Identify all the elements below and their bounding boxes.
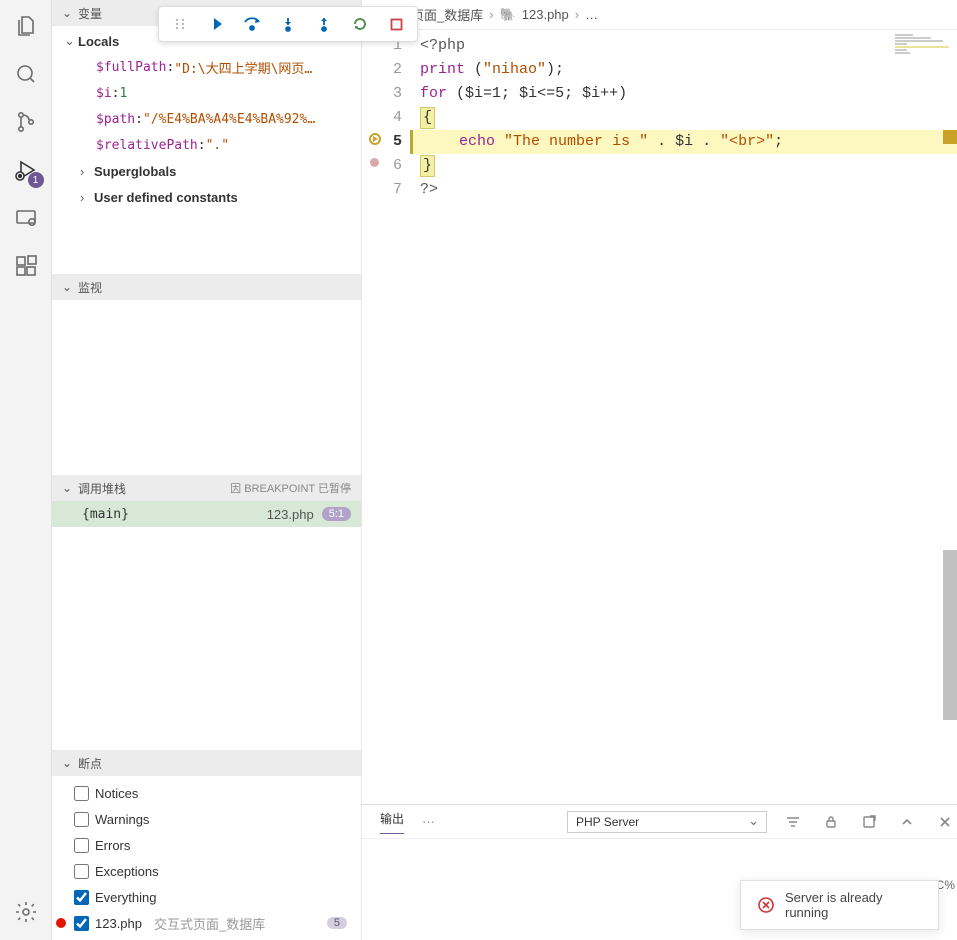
overview-ruler-marker[interactable] — [943, 130, 957, 144]
variable-row[interactable]: $i: 1 — [58, 80, 361, 106]
chevron-right-icon: › — [575, 7, 579, 22]
bp-checkbox[interactable] — [74, 812, 89, 827]
step-over-button[interactable] — [237, 9, 267, 39]
bp-checkbox[interactable] — [74, 864, 89, 879]
remote-icon[interactable] — [12, 204, 40, 232]
restart-button[interactable] — [345, 9, 375, 39]
run-debug-icon[interactable]: 1 — [12, 156, 40, 184]
locals-label: Locals — [78, 34, 119, 49]
chevron-down-icon: ⌄ — [62, 481, 74, 495]
constants-label: User defined constants — [94, 190, 238, 205]
step-into-button[interactable] — [273, 9, 303, 39]
debug-toolbar[interactable] — [158, 6, 418, 42]
bp-category[interactable]: Warnings — [52, 806, 361, 832]
chevron-down-icon: ⌄ — [62, 756, 74, 770]
bp-category[interactable]: Errors — [52, 832, 361, 858]
watch-header[interactable]: ⌄ 监视 — [52, 274, 361, 300]
breakpoints-header[interactable]: ⌄ 断点 — [52, 750, 361, 776]
step-out-button[interactable] — [309, 9, 339, 39]
search-icon[interactable] — [12, 60, 40, 88]
bp-file[interactable]: 123.php 交互式页面_数据库 5 — [52, 910, 361, 936]
filter-icon[interactable] — [785, 814, 805, 830]
bp-category[interactable]: Exceptions — [52, 858, 361, 884]
source-control-icon[interactable] — [12, 108, 40, 136]
chevron-right-icon: › — [489, 7, 493, 22]
bp-category[interactable]: Everything — [52, 884, 361, 910]
lock-icon[interactable] — [823, 814, 843, 830]
close-icon[interactable] — [937, 814, 957, 830]
extensions-icon[interactable] — [12, 252, 40, 280]
variable-row[interactable]: $fullPath: "D:\大四上学期\网页… — [58, 54, 361, 80]
breakpoints-body: Notices Warnings Errors Exceptions Every… — [52, 776, 361, 940]
watch-title: 监视 — [78, 279, 351, 296]
error-icon — [757, 896, 775, 914]
minimap[interactable] — [895, 34, 955, 64]
callstack-body: {main} 123.php 5:1 — [52, 501, 361, 527]
chevron-down-icon: ⌄ — [62, 280, 74, 294]
superglobals-group[interactable]: › Superglobals — [58, 158, 361, 184]
chevron-down-icon: ⌄ — [62, 6, 74, 20]
callstack-header[interactable]: ⌄ 调用堆栈 因 BREAKPOINT 已暂停 — [52, 475, 361, 501]
bp-checkbox[interactable] — [74, 838, 89, 853]
notification-toast[interactable]: Server is already running — [740, 880, 939, 930]
clear-icon[interactable] — [861, 814, 881, 830]
debug-badge: 1 — [28, 172, 44, 188]
continue-button[interactable] — [201, 9, 231, 39]
variable-row[interactable]: $relativePath: "." — [58, 132, 361, 158]
bp-checkbox[interactable] — [74, 890, 89, 905]
drag-handle-icon[interactable] — [165, 9, 195, 39]
constants-group[interactable]: › User defined constants — [58, 184, 361, 210]
bp-line-badge: 5 — [327, 917, 347, 929]
chevron-up-icon[interactable] — [899, 814, 919, 830]
output-channel-select[interactable]: PHP Server — [567, 811, 767, 833]
bp-checkbox[interactable] — [74, 916, 89, 931]
variable-row[interactable]: $path: "/%E4%BA%A4%E4%BA%92%… — [58, 106, 361, 132]
superglobals-label: Superglobals — [94, 164, 176, 179]
settings-gear-icon[interactable] — [12, 898, 40, 926]
vertical-scrollbar[interactable] — [943, 550, 957, 720]
bp-checkbox[interactable] — [74, 786, 89, 801]
panel-tabs: 输出 ··· PHP Server — [362, 805, 957, 839]
toast-message: Server is already running — [785, 890, 922, 920]
stop-button[interactable] — [381, 9, 411, 39]
frame-name: {main} — [82, 507, 267, 522]
breakpoint-dot-icon — [56, 918, 66, 928]
frame-pos: 5:1 — [322, 507, 351, 521]
current-breakpoint-icon[interactable] — [368, 132, 380, 144]
chevron-right-icon: › — [80, 164, 94, 179]
callstack-title: 调用堆栈 — [78, 480, 226, 497]
files-icon[interactable] — [12, 12, 40, 40]
watch-body[interactable] — [52, 300, 361, 475]
frame-file: 123.php — [267, 507, 314, 522]
stack-frame[interactable]: {main} 123.php 5:1 — [52, 501, 361, 527]
editor-area: 式页面_数据库 › 🐘 123.php › … 1 2 3 4 5 6 7 — [362, 0, 957, 940]
activity-bar: 1 — [0, 0, 52, 940]
breadcrumb-file[interactable]: 123.php — [522, 7, 569, 22]
chevron-right-icon: › — [80, 190, 94, 205]
variables-body: ⌄ Locals $fullPath: "D:\大四上学期\网页… $i: 1 … — [52, 26, 361, 212]
chevron-down-icon: ⌄ — [64, 33, 78, 49]
breadcrumb-more[interactable]: … — [585, 7, 598, 22]
breadcrumb[interactable]: 式页面_数据库 › 🐘 123.php › … — [362, 0, 957, 30]
more-tabs-icon[interactable]: ··· — [422, 814, 435, 829]
tab-output[interactable]: 输出 — [380, 810, 404, 834]
breakpoints-title: 断点 — [78, 755, 351, 772]
php-file-icon: 🐘 — [500, 7, 516, 23]
bp-category[interactable]: Notices — [52, 780, 361, 806]
debug-sidebar: ⌄ 变量 ⌄ Locals $fullPath: "D:\大四上学期\网页… $… — [52, 0, 362, 940]
callstack-meta: 因 BREAKPOINT 已暂停 — [230, 480, 351, 496]
breakpoint-disabled-icon[interactable] — [370, 158, 379, 167]
